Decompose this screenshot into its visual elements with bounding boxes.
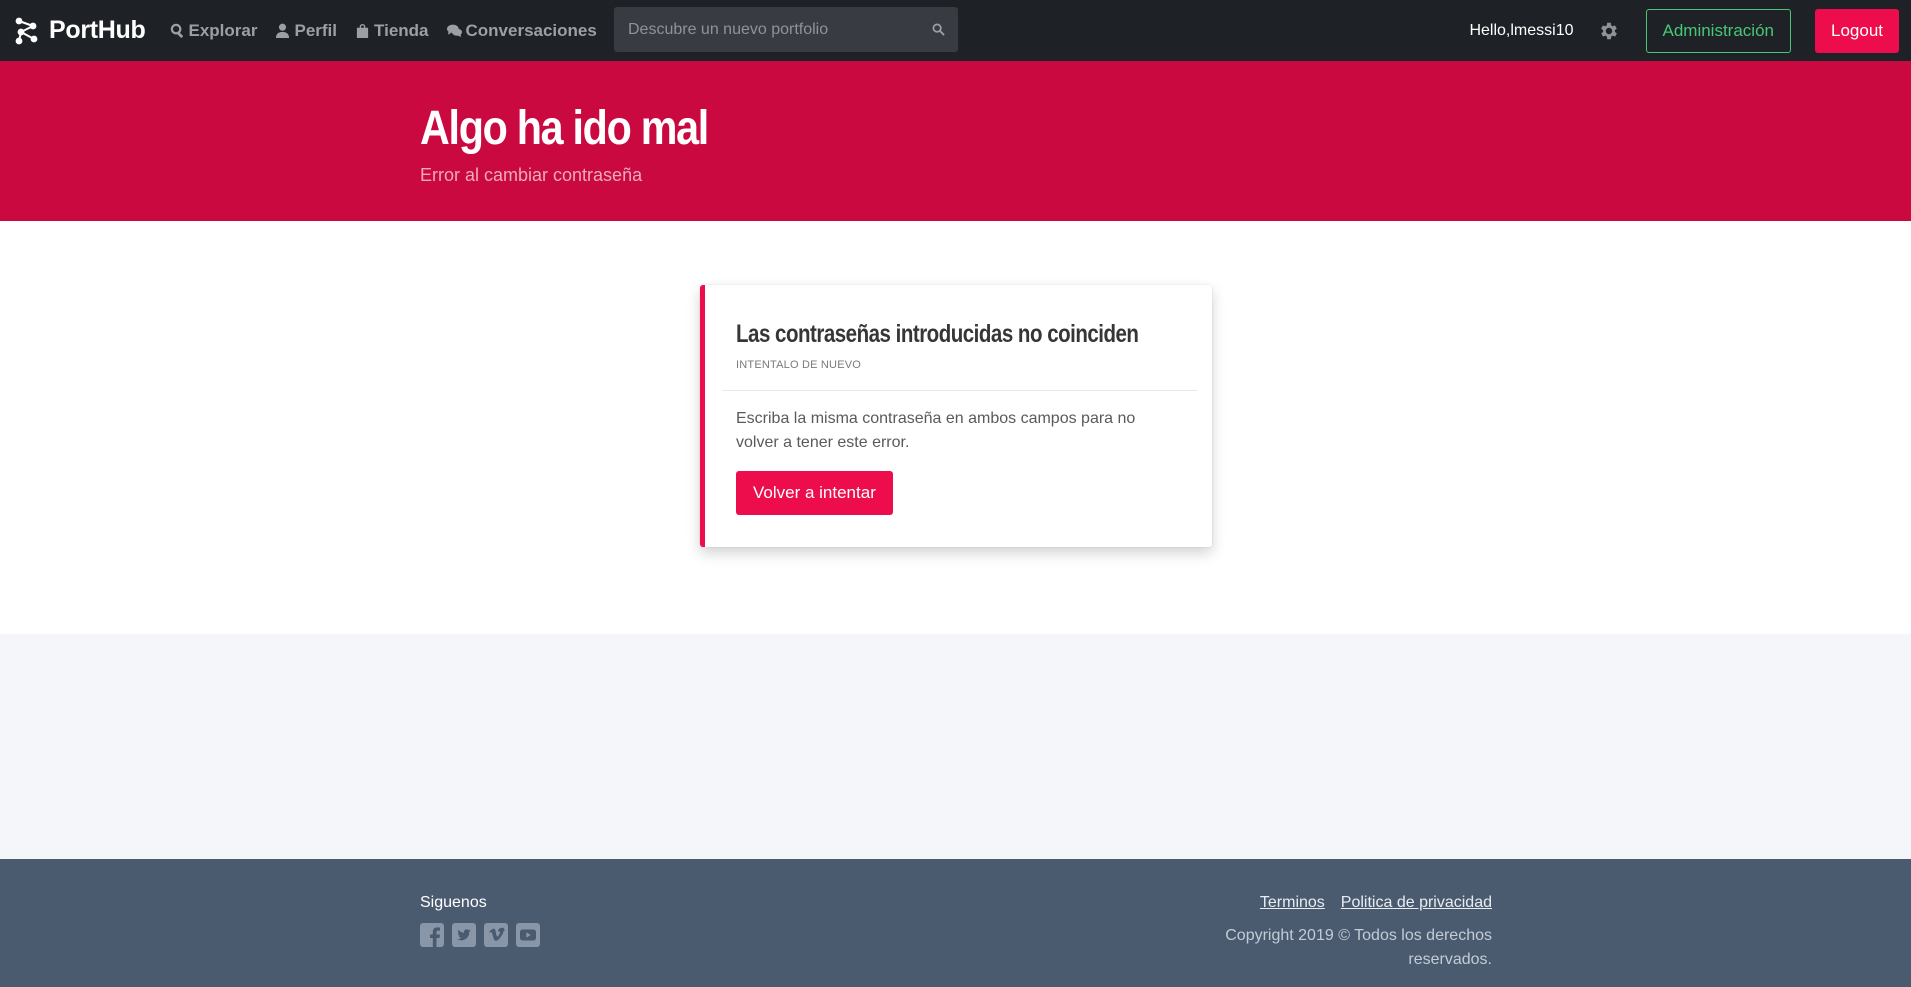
settings-button[interactable] [1598, 20, 1620, 42]
error-hero: Algo ha ido mal Error al cambiar contras… [0, 61, 1911, 221]
page-title: Algo ha ido mal [420, 102, 709, 155]
user-greeting: Hello,lmessi10 [1469, 21, 1574, 39]
footer-links: Terminos Politica de privacidad [1244, 894, 1492, 912]
nav-conversaciones[interactable]: Conversaciones [446, 20, 597, 41]
social-links [420, 923, 548, 947]
error-card-title: Las contraseñas introducidas no coincide… [736, 320, 1139, 348]
page-subtitle: Error al cambiar contraseña [420, 165, 643, 185]
retry-button[interactable]: Volver a intentar [736, 471, 893, 515]
nav-explorar-label: Explorar [188, 20, 258, 40]
follow-us-label: Siguenos [420, 894, 487, 911]
logout-button[interactable]: Logout [1815, 8, 1899, 53]
search-icon [170, 23, 183, 38]
user-icon [276, 23, 290, 38]
vimeo-icon [484, 923, 508, 947]
shopping-bag-icon [356, 23, 369, 38]
admin-button[interactable]: Administración [1645, 8, 1791, 53]
error-card-message: Escriba la misma contraseña en ambos cam… [736, 410, 1136, 451]
search-input[interactable] [614, 20, 918, 39]
porthub-logo-icon [15, 17, 38, 44]
nav-right: Hello,lmessi10 Administración Logout [1469, 0, 1911, 61]
search-icon [932, 23, 945, 36]
nav-tienda[interactable]: Tienda [355, 20, 429, 41]
comments-icon [446, 24, 462, 38]
error-card-subtitle: INTENTALO DE NUEVO [736, 359, 862, 371]
navbar: PortHub Explorar Perfil Tienda Conversac… [0, 0, 1911, 61]
search-button[interactable] [918, 7, 958, 52]
terms-link[interactable]: Terminos [1260, 894, 1325, 912]
youtube-icon [516, 923, 540, 947]
nav-perfil[interactable]: Perfil [275, 21, 337, 41]
facebook-link[interactable] [420, 923, 444, 947]
twitter-link[interactable] [452, 923, 476, 947]
twitter-icon [452, 923, 476, 947]
footer: Siguenos Terminos Politica de privacidad… [0, 859, 1911, 987]
nav-links: Explorar Perfil Tienda Conversaciones [170, 21, 615, 41]
nav-perfil-label: Perfil [294, 20, 338, 40]
privacy-link[interactable]: Politica de privacidad [1341, 894, 1492, 912]
brand-link[interactable]: PortHub [14, 16, 146, 45]
divider [722, 390, 1197, 391]
nav-tienda-label: Tienda [374, 20, 429, 40]
nav-conversaciones-label: Conversaciones [465, 20, 597, 40]
main-content: Las contraseñas introducidas no coincide… [0, 221, 1911, 634]
error-card: Las contraseñas introducidas no coincide… [700, 285, 1212, 547]
facebook-icon [420, 923, 444, 947]
brand-name: PortHub [49, 16, 146, 44]
gear-icon [1600, 22, 1617, 39]
vimeo-link[interactable] [484, 923, 508, 947]
search-box [614, 7, 958, 52]
copyright-text: Copyright 2019 © Todos los derechos rese… [1225, 927, 1492, 968]
youtube-link[interactable] [516, 923, 540, 947]
nav-explorar[interactable]: Explorar [170, 20, 258, 41]
